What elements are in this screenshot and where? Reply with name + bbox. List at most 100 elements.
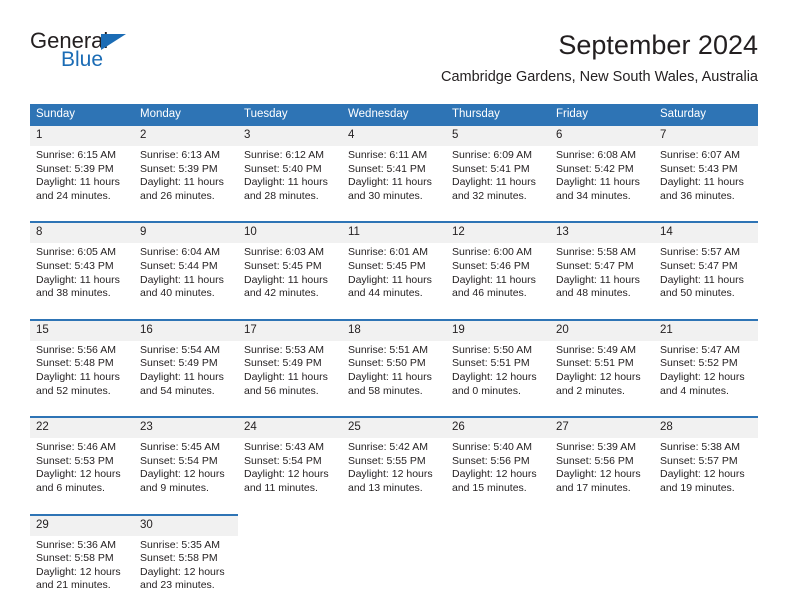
daylight-text-line2: and 19 minutes. xyxy=(660,481,735,494)
daylight-text-line2: and 48 minutes. xyxy=(556,287,631,300)
day-number[interactable]: 8 xyxy=(30,221,134,244)
day-number[interactable]: 28 xyxy=(654,416,758,439)
day-number[interactable]: 7 xyxy=(654,125,758,146)
day-number[interactable]: 20 xyxy=(550,318,654,341)
day-number[interactable]: 21 xyxy=(654,318,758,341)
day-number[interactable]: 19 xyxy=(446,318,550,341)
daylight-text-line1: Daylight: 12 hours xyxy=(36,565,121,578)
sunrise-text: Sunrise: 5:45 AM xyxy=(140,441,220,454)
day-cell[interactable]: Sunrise: 6:03 AM Sunset: 5:45 PM Dayligh… xyxy=(238,243,342,310)
day-cell[interactable]: Sunrise: 5:35 AM Sunset: 5:58 PM Dayligh… xyxy=(134,535,238,602)
sunset-text: Sunset: 5:40 PM xyxy=(244,162,322,175)
day-cell[interactable]: Sunrise: 5:47 AM Sunset: 5:52 PM Dayligh… xyxy=(654,340,758,408)
day-number[interactable]: 10 xyxy=(238,221,342,244)
day-cell[interactable]: Sunrise: 5:40 AM Sunset: 5:56 PM Dayligh… xyxy=(446,438,550,505)
day-number[interactable]: 15 xyxy=(30,318,134,341)
week-row-details: Sunrise: 5:46 AM Sunset: 5:53 PM Dayligh… xyxy=(30,438,758,505)
daylight-text-line2: and 56 minutes. xyxy=(244,384,319,397)
week-spacer xyxy=(30,407,758,418)
day-cell[interactable]: Sunrise: 5:36 AM Sunset: 5:58 PM Dayligh… xyxy=(30,535,134,602)
sunrise-text: Sunrise: 6:01 AM xyxy=(348,246,428,259)
sunset-text: Sunset: 5:42 PM xyxy=(556,162,634,175)
day-number[interactable]: 12 xyxy=(446,221,550,244)
daylight-text-line2: and 50 minutes. xyxy=(660,287,735,300)
day-number[interactable]: 26 xyxy=(446,416,550,439)
daylight-text-line2: and 17 minutes. xyxy=(556,481,631,494)
sunrise-text: Sunrise: 5:53 AM xyxy=(244,343,324,356)
week-row-daynumbers: 15 16 17 18 19 20 21 xyxy=(30,318,758,341)
day-cell[interactable]: Sunrise: 5:56 AM Sunset: 5:48 PM Dayligh… xyxy=(30,340,134,408)
day-number[interactable]: 16 xyxy=(134,318,238,341)
daylight-text-line1: Daylight: 11 hours xyxy=(140,273,224,286)
daylight-text-line1: Daylight: 12 hours xyxy=(140,468,225,481)
daylight-text-line2: and 0 minutes. xyxy=(452,384,521,397)
daylight-text-line2: and 46 minutes. xyxy=(452,287,527,300)
sunrise-text: Sunrise: 5:51 AM xyxy=(348,343,428,356)
day-cell[interactable]: Sunrise: 6:11 AM Sunset: 5:41 PM Dayligh… xyxy=(342,146,446,213)
day-number[interactable]: 3 xyxy=(238,125,342,146)
day-cell[interactable]: Sunrise: 6:07 AM Sunset: 5:43 PM Dayligh… xyxy=(654,146,758,213)
day-cell[interactable]: Sunrise: 6:01 AM Sunset: 5:45 PM Dayligh… xyxy=(342,243,446,310)
day-number[interactable]: 6 xyxy=(550,125,654,146)
day-cell[interactable]: Sunrise: 6:09 AM Sunset: 5:41 PM Dayligh… xyxy=(446,146,550,213)
day-number[interactable]: 9 xyxy=(134,221,238,244)
day-number[interactable]: 13 xyxy=(550,221,654,244)
day-cell[interactable]: Sunrise: 5:58 AM Sunset: 5:47 PM Dayligh… xyxy=(550,243,654,310)
day-cell[interactable]: Sunrise: 5:38 AM Sunset: 5:57 PM Dayligh… xyxy=(654,438,758,505)
day-number[interactable]: 24 xyxy=(238,416,342,439)
day-cell[interactable]: Sunrise: 5:54 AM Sunset: 5:49 PM Dayligh… xyxy=(134,340,238,408)
sunrise-text: Sunrise: 6:11 AM xyxy=(348,149,428,161)
day-cell[interactable]: Sunrise: 5:45 AM Sunset: 5:54 PM Dayligh… xyxy=(134,438,238,505)
day-cell[interactable]: Sunrise: 5:57 AM Sunset: 5:47 PM Dayligh… xyxy=(654,243,758,310)
calendar-page: General Blue September 2024 Cambridge Ga… xyxy=(0,0,792,612)
day-number[interactable]: 23 xyxy=(134,416,238,439)
day-cell[interactable]: Sunrise: 5:50 AM Sunset: 5:51 PM Dayligh… xyxy=(446,340,550,408)
day-number[interactable]: 22 xyxy=(30,416,134,439)
day-cell[interactable]: Sunrise: 6:08 AM Sunset: 5:42 PM Dayligh… xyxy=(550,146,654,213)
day-number[interactable]: 1 xyxy=(30,125,134,146)
day-cell[interactable]: Sunrise: 5:51 AM Sunset: 5:50 PM Dayligh… xyxy=(342,340,446,408)
day-cell[interactable]: Sunrise: 6:13 AM Sunset: 5:39 PM Dayligh… xyxy=(134,146,238,213)
calendar-table: Sunday Monday Tuesday Wednesday Thursday… xyxy=(30,104,758,602)
weekday-header-friday: Friday xyxy=(550,104,654,126)
sunset-text: Sunset: 5:39 PM xyxy=(140,162,218,175)
brand-name-blue: Blue xyxy=(61,48,104,71)
day-number[interactable]: 30 xyxy=(134,513,238,536)
day-number[interactable]: 5 xyxy=(446,125,550,146)
day-cell-empty xyxy=(342,535,446,602)
title-block: September 2024 Cambridge Gardens, New So… xyxy=(441,28,758,88)
day-cell[interactable]: Sunrise: 5:42 AM Sunset: 5:55 PM Dayligh… xyxy=(342,438,446,505)
sunset-text: Sunset: 5:47 PM xyxy=(556,259,634,272)
day-cell[interactable]: Sunrise: 6:00 AM Sunset: 5:46 PM Dayligh… xyxy=(446,243,550,310)
day-number[interactable]: 11 xyxy=(342,221,446,244)
day-cell[interactable]: Sunrise: 5:43 AM Sunset: 5:54 PM Dayligh… xyxy=(238,438,342,505)
day-cell[interactable]: Sunrise: 5:53 AM Sunset: 5:49 PM Dayligh… xyxy=(238,340,342,408)
daylight-text-line1: Daylight: 11 hours xyxy=(348,370,432,383)
sunset-text: Sunset: 5:39 PM xyxy=(36,162,114,175)
week-spacer xyxy=(30,504,758,515)
day-number[interactable]: 25 xyxy=(342,416,446,439)
sunrise-text: Sunrise: 6:03 AM xyxy=(244,246,324,259)
day-number[interactable]: 29 xyxy=(30,513,134,536)
day-number[interactable]: 27 xyxy=(550,416,654,439)
day-number[interactable]: 4 xyxy=(342,125,446,146)
brand-triangle-icon xyxy=(101,34,126,50)
day-number[interactable]: 17 xyxy=(238,318,342,341)
daylight-text-line1: Daylight: 12 hours xyxy=(244,468,329,481)
day-cell[interactable]: Sunrise: 5:39 AM Sunset: 5:56 PM Dayligh… xyxy=(550,438,654,505)
sunrise-text: Sunrise: 5:43 AM xyxy=(244,441,324,454)
daylight-text-line2: and 4 minutes. xyxy=(660,384,729,397)
day-cell-empty xyxy=(550,535,654,602)
day-number[interactable]: 2 xyxy=(134,125,238,146)
day-cell[interactable]: Sunrise: 5:49 AM Sunset: 5:51 PM Dayligh… xyxy=(550,340,654,408)
day-cell[interactable]: Sunrise: 6:04 AM Sunset: 5:44 PM Dayligh… xyxy=(134,243,238,310)
day-cell[interactable]: Sunrise: 6:12 AM Sunset: 5:40 PM Dayligh… xyxy=(238,146,342,213)
day-cell[interactable]: Sunrise: 6:15 AM Sunset: 5:39 PM Dayligh… xyxy=(30,146,134,213)
day-number[interactable]: 14 xyxy=(654,221,758,244)
sunrise-text: Sunrise: 5:50 AM xyxy=(452,343,532,356)
day-number[interactable]: 18 xyxy=(342,318,446,341)
sunset-text: Sunset: 5:44 PM xyxy=(140,259,218,272)
brand-logo[interactable]: General Blue xyxy=(30,28,260,88)
day-cell[interactable]: Sunrise: 5:46 AM Sunset: 5:53 PM Dayligh… xyxy=(30,438,134,505)
day-cell[interactable]: Sunrise: 6:05 AM Sunset: 5:43 PM Dayligh… xyxy=(30,243,134,310)
